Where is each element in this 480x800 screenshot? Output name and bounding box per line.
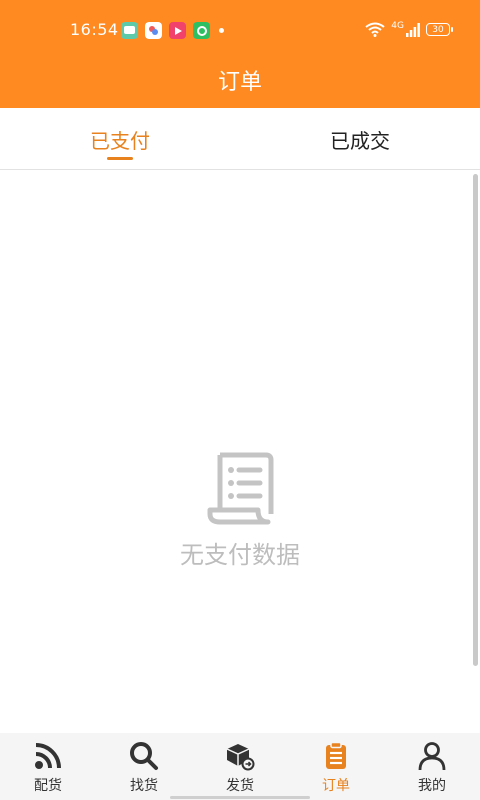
notification-icons bbox=[121, 22, 224, 39]
nav-label-ship: 发货 bbox=[226, 778, 254, 794]
video-app-icon bbox=[169, 22, 186, 39]
receipt-icon bbox=[207, 452, 274, 525]
signal-icon bbox=[406, 22, 420, 37]
home-indicator[interactable] bbox=[170, 796, 310, 799]
tab-completed[interactable]: 已成交 bbox=[240, 108, 480, 170]
status-bar: 16:54 4G 30 bbox=[0, 0, 480, 60]
nav-item-profile[interactable]: 我的 bbox=[384, 733, 480, 800]
system-icons: 4G 30 bbox=[365, 20, 453, 37]
rss-icon bbox=[35, 743, 61, 769]
status-time: 16:54 bbox=[70, 20, 119, 39]
nav-label-orders: 订单 bbox=[322, 778, 350, 794]
clipboard-icon bbox=[326, 741, 346, 769]
active-tab-indicator bbox=[107, 157, 133, 160]
scrollbar[interactable] bbox=[473, 174, 478, 666]
more-notifications-dot bbox=[219, 28, 224, 33]
nav-label-distribution: 配货 bbox=[34, 778, 62, 794]
bottom-nav: 配货 找货 发货 订单 我的 bbox=[0, 733, 480, 800]
nav-item-distribution[interactable]: 配货 bbox=[0, 733, 96, 800]
photo-app-icon bbox=[145, 22, 162, 39]
app-header: 16:54 4G 30 订单 bbox=[0, 0, 480, 108]
page-title: 订单 bbox=[217, 70, 262, 95]
nav-item-find-goods[interactable]: 找货 bbox=[96, 733, 192, 800]
chat-app-icon bbox=[121, 22, 138, 39]
user-icon bbox=[418, 742, 446, 771]
wifi-icon bbox=[365, 22, 385, 37]
empty-state-text: 无支付数据 bbox=[180, 541, 300, 569]
package-icon bbox=[226, 744, 255, 771]
nav-item-orders[interactable]: 订单 bbox=[288, 733, 384, 800]
nav-item-ship[interactable]: 发货 bbox=[192, 733, 288, 800]
nav-label-find-goods: 找货 bbox=[130, 778, 158, 794]
tab-paid[interactable]: 已支付 bbox=[0, 108, 240, 170]
battery-icon: 30 bbox=[426, 23, 453, 36]
nav-label-profile: 我的 bbox=[418, 778, 446, 794]
search-icon bbox=[130, 742, 158, 770]
s-app-icon bbox=[193, 22, 210, 39]
network-type: 4G bbox=[391, 20, 404, 31]
order-tabs: 已支付 已成交 bbox=[0, 108, 480, 170]
